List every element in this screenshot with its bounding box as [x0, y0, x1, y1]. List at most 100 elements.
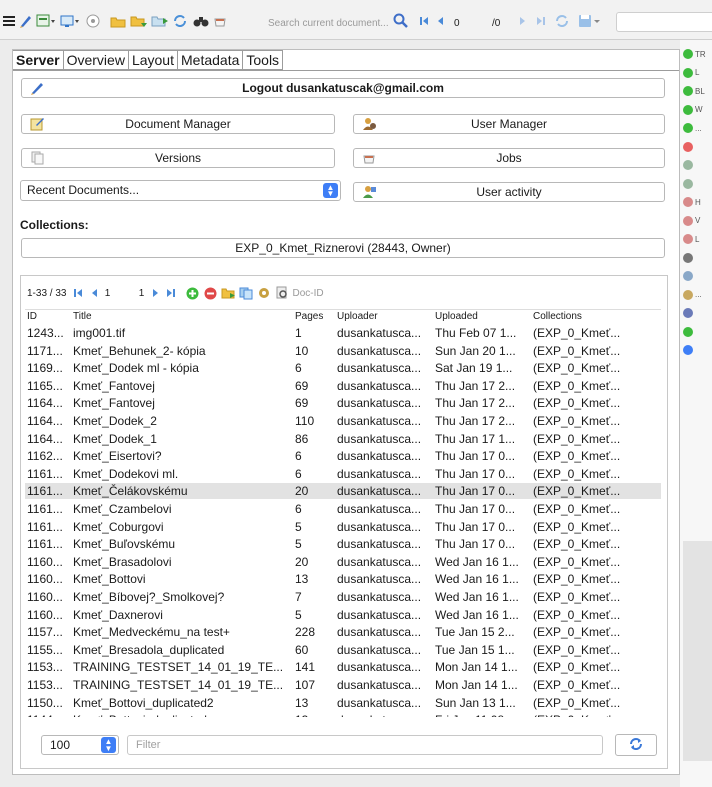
gear-icon[interactable]: [256, 286, 272, 300]
right-panel-item[interactable]: [683, 251, 712, 265]
page-size-value: 100: [50, 738, 71, 752]
right-panel-item[interactable]: [683, 177, 712, 191]
table-row[interactable]: 1161... Kmeť_Čelákovskému 20 dusankatusca..…: [25, 483, 661, 500]
table-row[interactable]: 1171... Kmeť_Behunek_2- kópia 10 dusankatus…: [25, 343, 661, 359]
page-size-select[interactable]: 100 ▲ ▼: [41, 735, 119, 755]
right-panel-item[interactable]: V: [683, 214, 712, 228]
screen-icon[interactable]: [36, 14, 56, 28]
document-search-icon[interactable]: [274, 286, 290, 300]
right-panel-item[interactable]: ...: [683, 288, 712, 302]
table-row[interactable]: 1164... Kmeť_Dodek_1 86 dusankatusca... Thu …: [25, 431, 661, 447]
header-uploader[interactable]: Uploader: [337, 310, 433, 324]
right-panel-item[interactable]: H: [683, 195, 712, 209]
table-row[interactable]: 1243... img001.tif 1 dusankatusca... Thu Feb…: [25, 325, 661, 341]
folder-icon[interactable]: [110, 14, 126, 28]
table-row[interactable]: 1144...Kmeť_Bottovi_duplicated13dusankat…: [25, 712, 661, 717]
menu-icon[interactable]: [3, 14, 15, 28]
prev-page-icon[interactable]: [88, 286, 100, 300]
table-row[interactable]: 1160... Kmeť_Bottovi 13 dusankatusca... Wed …: [25, 571, 661, 587]
header-title[interactable]: Title: [73, 310, 293, 324]
prev-page-icon[interactable]: [436, 14, 444, 28]
right-panel-item[interactable]: [683, 269, 712, 283]
right-panel-item[interactable]: [683, 140, 712, 154]
next-page-icon[interactable]: [150, 286, 162, 300]
folder-export-icon[interactable]: [151, 14, 169, 28]
settings-icon[interactable]: [86, 14, 100, 28]
tab-layout[interactable]: Layout: [128, 50, 178, 70]
next-page-icon[interactable]: [519, 14, 527, 28]
header-id[interactable]: ID: [27, 310, 77, 324]
toolbar-search-input[interactable]: Search current document...: [268, 17, 392, 30]
save-icon[interactable]: [578, 14, 602, 28]
table-row[interactable]: 1150... Kmeť_Bottovi_duplicated2 13 dusanka…: [25, 695, 661, 711]
right-panel-item[interactable]: W: [683, 103, 712, 117]
cell-title: Kmeť_Dodek_1: [73, 431, 157, 446]
tab-tools[interactable]: Tools: [243, 50, 284, 70]
right-panel-item[interactable]: L: [683, 232, 712, 246]
table-row[interactable]: 1161... Kmeť_Dodekovi ml. 6 dusankatusca...…: [25, 466, 661, 482]
right-panel-item[interactable]: [683, 158, 712, 172]
edit-icon[interactable]: [19, 14, 33, 28]
right-panel-item[interactable]: [683, 325, 712, 339]
doc-id-field[interactable]: Doc-ID: [292, 286, 323, 300]
first-page-icon[interactable]: [419, 14, 429, 28]
logout-button[interactable]: Logout dusankatuscak@gmail.com: [21, 78, 665, 98]
jobs-button[interactable]: Jobs: [353, 148, 665, 168]
tool-icon: [683, 215, 693, 226]
right-panel-item[interactable]: [683, 306, 712, 320]
pager-page-field[interactable]: 1: [100, 286, 114, 300]
table-row[interactable]: 1161... Kmeť_Coburgovi 5 dusankatusca... Thu…: [25, 519, 661, 535]
table-row[interactable]: 1160... Kmeť_Bíbovej?_Smolkovej? 7 dusankat…: [25, 589, 661, 605]
folder-import-icon[interactable]: [130, 14, 148, 28]
sync-icon[interactable]: [554, 14, 570, 28]
table-row[interactable]: 1164... Kmeť_Fantovej 69 dusankatusca... Thu…: [25, 395, 661, 411]
duplicate-icon[interactable]: [238, 286, 254, 300]
table-row[interactable]: 1164... Kmeť_Dodek_2 110 dusankatusca... Thu…: [25, 413, 661, 429]
versions-button[interactable]: Versions: [21, 148, 335, 168]
recent-documents-select[interactable]: Recent Documents... ▲ ▼: [20, 180, 341, 201]
coffee-icon[interactable]: [213, 14, 229, 28]
last-page-icon[interactable]: [164, 286, 178, 300]
document-manager-button[interactable]: Document Manager: [21, 114, 335, 134]
table-row[interactable]: 1155... Kmeť_Bresadola_duplicated 60 dusank…: [25, 642, 661, 658]
table-row[interactable]: 1153... TRAINING_TESTSET_14_01_19_TE... 10…: [25, 677, 661, 693]
search-icon[interactable]: [393, 13, 409, 28]
table-row[interactable]: 1162... Kmeť_Eisertovi? 6 dusankatusca... Th…: [25, 448, 661, 464]
right-panel-item[interactable]: TR: [683, 47, 712, 61]
remove-document-icon[interactable]: [202, 286, 218, 300]
user-activity-icon: [362, 185, 377, 199]
monitor-icon[interactable]: [60, 14, 80, 28]
last-page-icon[interactable]: [536, 14, 546, 28]
tab-metadata[interactable]: Metadata: [178, 50, 244, 70]
tab-server[interactable]: Server: [13, 50, 64, 70]
first-page-icon[interactable]: [72, 286, 84, 300]
header-uploaded[interactable]: Uploaded: [435, 310, 533, 324]
add-document-icon[interactable]: [184, 286, 200, 300]
header-collections[interactable]: Collections: [533, 310, 629, 324]
table-row[interactable]: 1161... Kmeť_Buľovskému 5 dusankatusca... Th…: [25, 536, 661, 552]
refresh-icon[interactable]: [172, 14, 188, 28]
user-activity-button[interactable]: User activity: [353, 182, 665, 202]
table-row[interactable]: 1161... Kmeť_Czambelovi 6 dusankatusca... Th…: [25, 501, 661, 517]
right-panel-item[interactable]: BL: [683, 84, 712, 98]
right-panel-item[interactable]: L: [683, 66, 712, 80]
filter-input[interactable]: Filter: [127, 735, 603, 755]
cell-uploaded: Mon Jan 14 1...: [435, 660, 518, 675]
right-panel-item[interactable]: [683, 343, 712, 357]
user-manager-button[interactable]: User Manager: [353, 114, 665, 134]
right-panel-item[interactable]: ...: [683, 121, 712, 135]
table-row[interactable]: 1169... Kmeť_Dodek ml - kópia 6 dusankatusc…: [25, 360, 661, 376]
tab-overview[interactable]: Overview: [63, 50, 129, 70]
table-row[interactable]: 1165... Kmeť_Fantovej 69 dusankatusca... Thu…: [25, 378, 661, 394]
table-row[interactable]: 1160... Kmeť_Daxnerovi 5 dusankatusca... Wed…: [25, 607, 661, 623]
header-pages[interactable]: Pages: [295, 310, 341, 324]
page-current-field[interactable]: 0: [454, 17, 460, 30]
binoculars-icon[interactable]: [193, 14, 209, 28]
folder-move-icon[interactable]: [220, 286, 236, 300]
refresh-button[interactable]: [615, 734, 657, 756]
toolbar-text-field[interactable]: [616, 12, 712, 32]
table-row[interactable]: 1157... Kmeť_Medveckému_na test+ 228 dusank…: [25, 624, 661, 640]
collection-button[interactable]: EXP_0_Kmet_Riznerovi (28443, Owner): [21, 238, 665, 258]
table-row[interactable]: 1153... TRAINING_TESTSET_14_01_19_TE... 14…: [25, 659, 661, 675]
table-row[interactable]: 1160... Kmeť_Brasadolovi 20 dusankatusca...…: [25, 554, 661, 570]
